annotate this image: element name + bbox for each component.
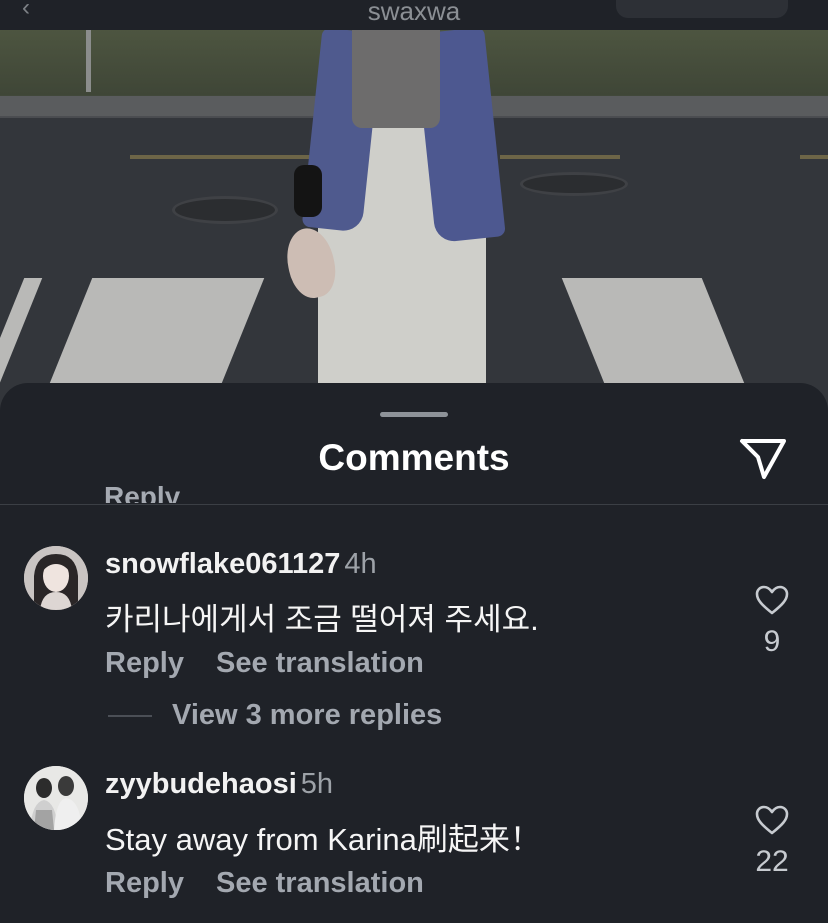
header-divider [0,504,828,505]
view-more-replies-label[interactable]: View 3 more replies [172,699,442,731]
drag-handle[interactable] [380,412,448,417]
username-text[interactable]: zyybudehaosi [105,768,297,800]
sheet-title: Comments [318,437,510,478]
comment-time: 5h [300,768,334,800]
comment-actions: Reply See translation [105,867,456,900]
like-count: 9 [763,625,781,658]
lane-line [130,155,320,159]
comment-text: 카리나에게서 조금 떨어져 주세요. [105,602,539,637]
sign-pole [86,30,91,92]
like-count: 22 [755,845,789,878]
post-photo [0,0,828,420]
reply-button[interactable]: Reply [105,647,184,679]
manhole [520,172,628,196]
comment-time: 4h [344,548,377,580]
thread-line [108,715,152,718]
manhole [172,196,278,224]
like-button[interactable]: 22 [744,805,800,879]
comment-username[interactable]: snowflake061127 4h [105,548,377,581]
see-translation-button[interactable]: See translation [216,867,424,899]
username-text[interactable]: snowflake061127 [105,548,340,580]
heart-icon[interactable] [755,805,789,835]
view-more-replies-button[interactable]: View 3 more replies [108,699,442,732]
reply-button[interactable]: Reply [104,483,180,503]
send-icon[interactable] [738,435,788,481]
heart-icon[interactable] [755,585,789,615]
see-translation-button[interactable]: See translation [216,647,424,679]
top-bar: ‹ swaxwa [0,0,828,30]
comment-actions: Reply See translation [105,647,456,680]
lane-line [500,155,620,159]
lane-line [800,155,828,159]
comment-text: Stay away from Karina刷起来！ [105,822,541,857]
reply-button[interactable]: Reply [105,867,184,899]
header-pill[interactable] [616,0,788,18]
avatar[interactable] [24,546,88,610]
avatar[interactable] [24,766,88,830]
comment-username[interactable]: zyybudehaosi 5h [105,768,333,801]
comments-sheet: Comments Reply snowflake061127 4h 카리나에게서 … [0,383,828,923]
like-button[interactable]: 9 [750,585,794,659]
